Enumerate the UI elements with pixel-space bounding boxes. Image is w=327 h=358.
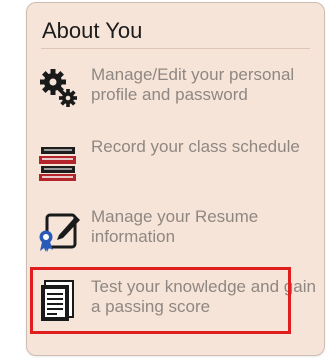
resume-icon — [35, 207, 81, 253]
gears-icon — [35, 65, 81, 111]
manage-profile-label: Manage/Edit your personal profile and pa… — [91, 65, 295, 104]
books-icon — [35, 137, 81, 183]
highlight-box — [30, 267, 291, 334]
class-schedule-link[interactable]: Record your class schedule — [27, 137, 324, 197]
class-schedule-label: Record your class schedule — [91, 137, 300, 156]
manage-profile-link[interactable]: Manage/Edit your personal profile and pa… — [27, 65, 324, 125]
resume-label: Manage your Resume information — [91, 207, 259, 246]
title-divider — [41, 48, 310, 49]
resume-link[interactable]: Manage your Resume information — [27, 207, 324, 267]
panel-title: About You — [42, 18, 143, 43]
about-you-panel: About You Manage/Edit your personal prof… — [26, 2, 325, 356]
